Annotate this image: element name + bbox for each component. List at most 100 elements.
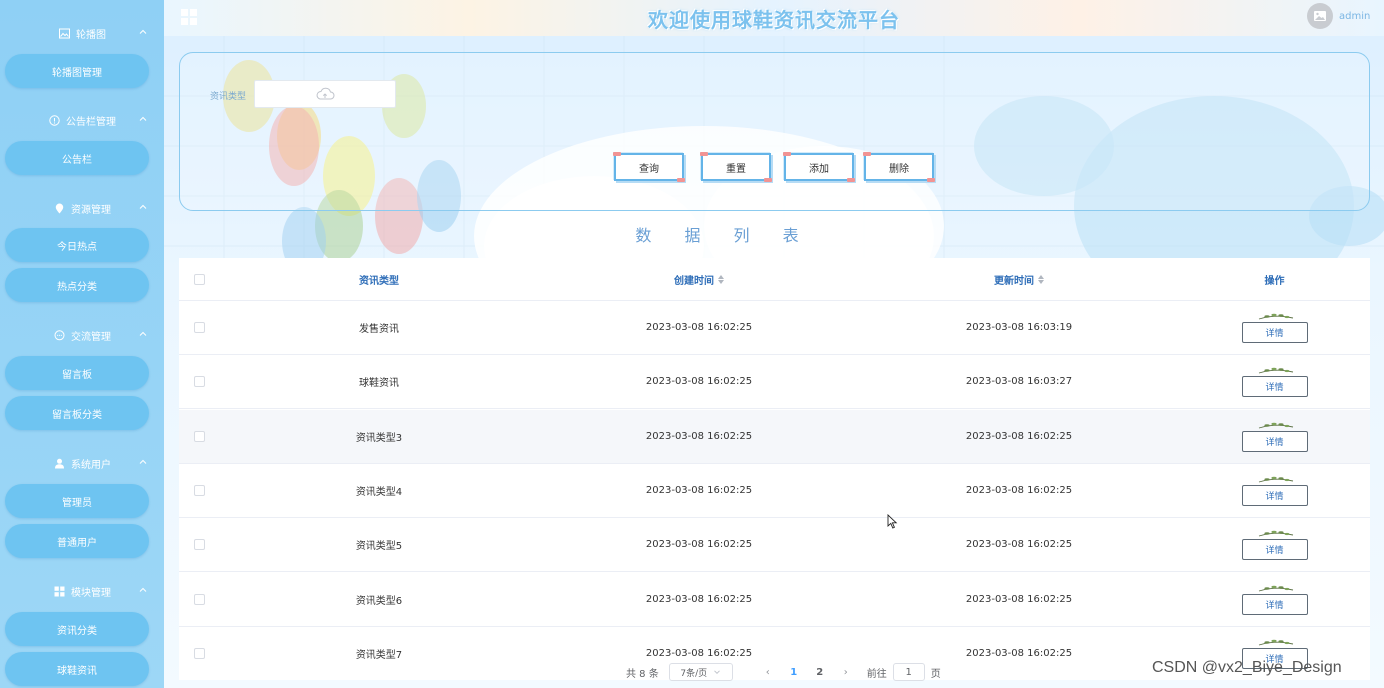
detail-button[interactable]: 详情 [1241, 422, 1308, 452]
detail-button[interactable]: 详情 [1241, 530, 1308, 561]
sidebar-item-label: 轮播图管理 [52, 67, 102, 79]
sidebar-group-communication[interactable]: 交流管理 [0, 322, 164, 348]
row-checkbox[interactable] [193, 484, 205, 496]
detail-button[interactable]: 详情 [1241, 368, 1308, 398]
column-header-updated[interactable]: 更新时间 [859, 258, 1179, 300]
detail-label: 详情 [1265, 437, 1284, 448]
page-2-button[interactable]: 2 [807, 667, 833, 678]
sidebar-item-sneaker-news[interactable]: 球鞋资讯 [5, 652, 149, 686]
column-header-created[interactable]: 创建时间 [539, 258, 859, 300]
news-type-select[interactable] [254, 80, 396, 108]
next-page-button[interactable]: › [833, 667, 859, 678]
select-all-checkbox[interactable] [193, 273, 205, 285]
chevron-up-icon [139, 204, 147, 209]
page-1-button[interactable]: 1 [781, 667, 807, 678]
sort-icon[interactable] [1038, 274, 1044, 284]
reset-button[interactable]: 重置 [700, 152, 772, 182]
cell-type: 资讯类型5 [355, 541, 403, 553]
search-panel: 资讯类型 查询 重置 添加 删除 [179, 52, 1370, 211]
user-icon [53, 457, 65, 469]
prev-page-button[interactable]: ‹ [755, 667, 781, 678]
chevron-up-icon [139, 587, 147, 592]
cell-type: 资讯类型4 [355, 486, 403, 498]
chevron-up-icon [139, 116, 147, 121]
cell-type: 资讯类型7 [355, 649, 403, 661]
page-jump-value: 1 [905, 666, 912, 678]
add-button[interactable]: 添加 [783, 152, 855, 182]
cell-created: 2023-03-08 16:02:25 [645, 376, 753, 388]
page-size-value: 7条/页 [680, 668, 708, 679]
query-button[interactable]: 查询 [613, 152, 685, 182]
column-header-label: 创建时间 [674, 275, 714, 287]
sidebar-item-news-category[interactable]: 资讯分类 [5, 612, 149, 646]
pagination: 共 8 条 7条/页 ‹ 1 2 › 前往 1 页 [626, 662, 941, 682]
sidebar-group-notice[interactable]: 公告栏管理 [0, 107, 164, 133]
filter-label: 资讯类型 [210, 92, 247, 102]
cell-type: 球鞋资讯 [359, 378, 399, 390]
detail-button[interactable]: 详情 [1241, 313, 1308, 343]
sidebar-item-label: 留言板分类 [52, 409, 102, 421]
column-header-ops: 操作 [1264, 275, 1285, 287]
sidebar-item-label: 热点分类 [57, 281, 97, 293]
list-title: 数 据 列 表 [635, 226, 813, 245]
detail-button[interactable]: 详情 [1241, 476, 1308, 506]
row-checkbox[interactable] [193, 647, 205, 659]
sidebar-item-label: 管理员 [62, 497, 92, 509]
leaf-decoration-icon [1258, 368, 1293, 374]
cell-type: 资讯类型3 [355, 432, 403, 444]
detail-button[interactable]: 详情 [1241, 585, 1308, 615]
table-row: 资讯类型5 2023-03-08 16:02:25 2023-03-08 16:… [179, 518, 1370, 573]
avatar[interactable] [1307, 3, 1333, 29]
detail-label: 详情 [1265, 491, 1284, 502]
sidebar-item-hot-today[interactable]: 今日热点 [5, 228, 149, 262]
watermark: CSDN @vx2_Biye_Design [1152, 659, 1342, 676]
sidebar-item-admin[interactable]: 管理员 [5, 484, 149, 518]
sidebar-item-carousel-manage[interactable]: 轮播图管理 [5, 54, 149, 88]
cloud-icon [316, 87, 335, 100]
row-checkbox[interactable] [193, 322, 205, 333]
leaf-decoration-icon [1258, 313, 1293, 320]
leaf-decoration-icon [1258, 585, 1293, 591]
sidebar-group-carousel[interactable]: 轮播图 [0, 20, 164, 46]
button-label: 删除 [889, 163, 909, 175]
sidebar-item-message-category[interactable]: 留言板分类 [5, 396, 149, 430]
detail-label: 详情 [1265, 383, 1284, 394]
row-checkbox[interactable] [193, 376, 205, 388]
sidebar-item-notice[interactable]: 公告栏 [5, 141, 149, 175]
sidebar-group-label: 资源管理 [71, 204, 111, 216]
page-jump-input[interactable]: 1 [892, 663, 925, 681]
row-checkbox[interactable] [193, 593, 205, 605]
cell-updated: 2023-03-08 16:02:25 [965, 430, 1073, 442]
row-checkbox[interactable] [193, 430, 205, 442]
username[interactable]: admin [1339, 11, 1370, 22]
sidebar-item-message-board[interactable]: 留言板 [5, 356, 149, 390]
sidebar-group-module[interactable]: 模块管理 [0, 578, 164, 604]
page-size-select[interactable]: 7条/页 [668, 663, 733, 681]
sidebar-item-label: 留言板 [62, 369, 92, 381]
cell-created: 2023-03-08 16:02:25 [645, 484, 753, 496]
data-table: 资讯类型 创建时间 更新时间 操作 发售资讯 2023-03-08 16:02:… [179, 258, 1370, 680]
row-checkbox[interactable] [193, 539, 205, 551]
sidebar-group-resource[interactable]: 资源管理 [0, 195, 164, 221]
delete-button[interactable]: 删除 [863, 152, 935, 182]
cell-updated: 2023-03-08 16:02:25 [965, 593, 1073, 605]
detail-label: 详情 [1265, 546, 1284, 557]
chevron-up-icon [139, 29, 147, 34]
column-header-type: 资讯类型 [359, 275, 399, 287]
image-icon [58, 27, 70, 39]
detail-label: 详情 [1265, 329, 1284, 339]
detail-label: 详情 [1265, 600, 1284, 611]
button-label: 查询 [639, 163, 659, 175]
sidebar-item-label: 普通用户 [57, 537, 97, 549]
sidebar-item-normal-user[interactable]: 普通用户 [5, 524, 149, 558]
page-title: 欢迎使用球鞋资讯交流平台 [648, 8, 900, 32]
sidebar-group-system-user[interactable]: 系统用户 [0, 450, 164, 476]
sidebar-item-hot-category[interactable]: 热点分类 [5, 268, 149, 302]
sidebar: 轮播图 轮播图管理 公告栏管理 公告栏 资源管理 今日热点 热点分类 交流管理 [0, 0, 164, 688]
sort-icon[interactable] [718, 274, 724, 284]
cell-updated: 2023-03-08 16:02:25 [965, 539, 1073, 551]
location-pin-icon [53, 202, 65, 214]
chat-bubble-icon [53, 329, 65, 341]
sidebar-group-label: 模块管理 [71, 587, 111, 599]
cell-updated: 2023-03-08 16:03:19 [965, 322, 1073, 333]
